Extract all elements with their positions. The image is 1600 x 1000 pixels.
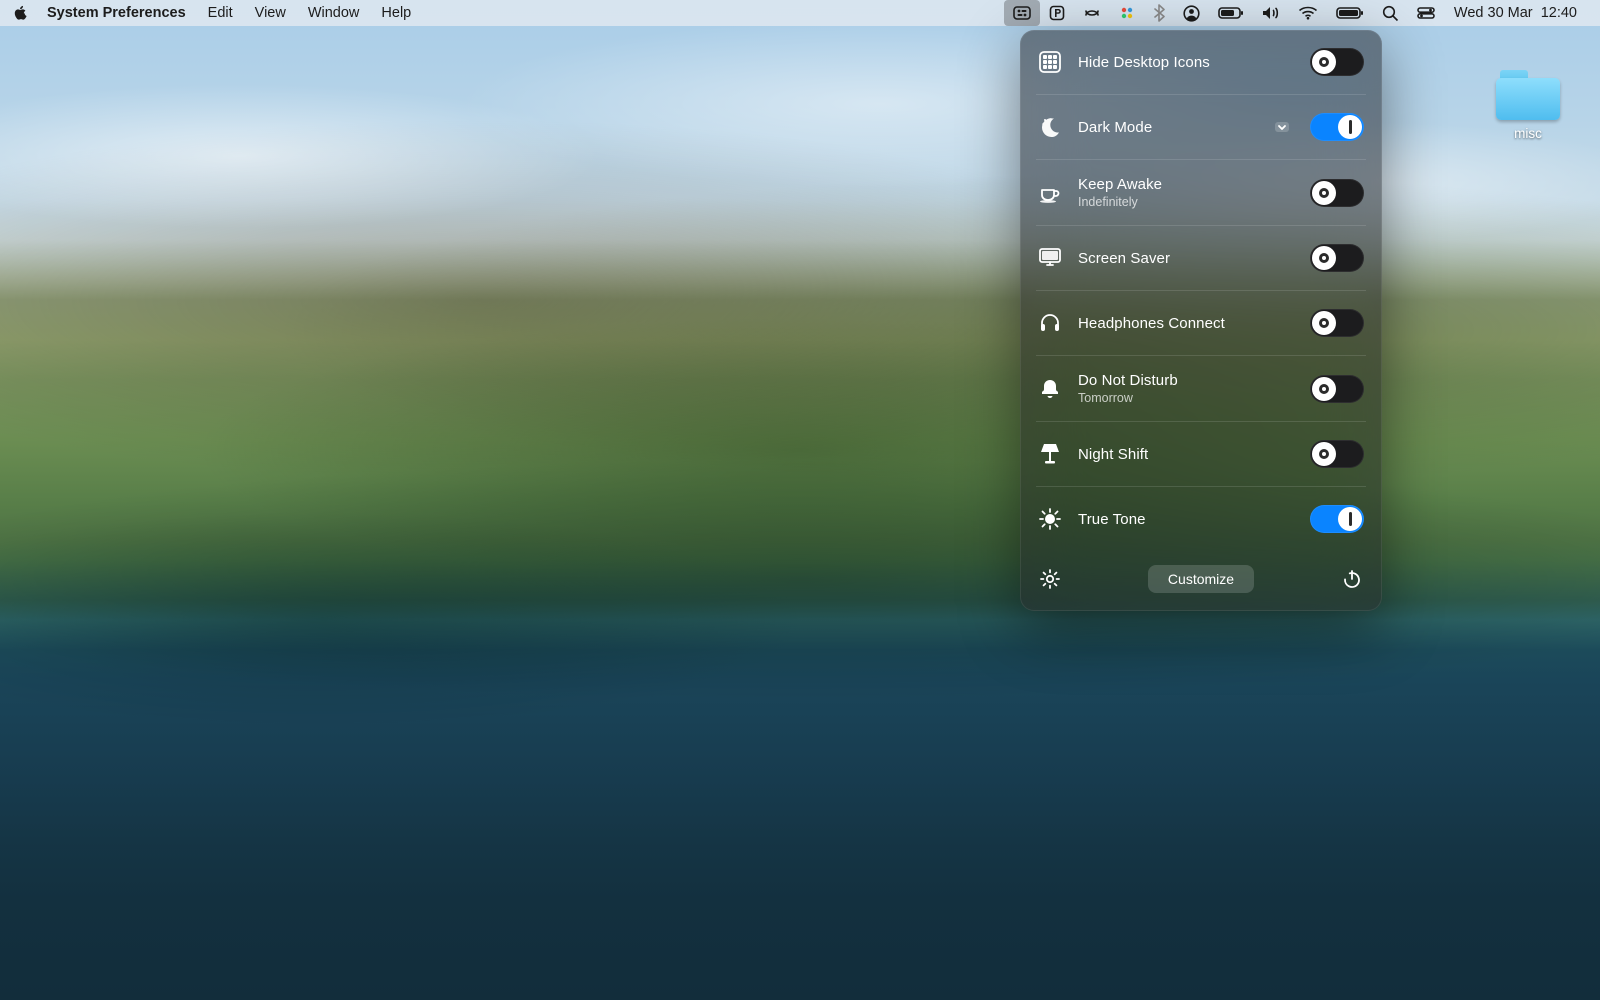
menu-edit[interactable]: Edit (197, 0, 244, 26)
toggle-screen-saver[interactable] (1310, 244, 1364, 272)
toggle-true-tone[interactable] (1310, 505, 1364, 533)
menubar-user-icon[interactable] (1174, 0, 1209, 26)
row-title: Screen Saver (1078, 250, 1296, 267)
battery-outline-icon (1218, 6, 1244, 20)
row-subtitle: Tomorrow (1078, 391, 1296, 405)
four-dots-icon (1119, 5, 1135, 21)
truetone-icon (1036, 505, 1064, 533)
row-do-not-disturb[interactable]: Do Not Disturb Tomorrow (1020, 356, 1382, 421)
toggle-dark-mode[interactable] (1310, 113, 1364, 141)
sync-icon (1083, 6, 1101, 20)
bluetooth-off-icon (1153, 4, 1165, 22)
control-center-icon (1417, 7, 1435, 19)
row-keep-awake[interactable]: Keep Awake Indefinitely (1020, 160, 1382, 225)
menubar-spotlight-icon[interactable] (1373, 0, 1408, 26)
menu-view[interactable]: View (244, 0, 297, 26)
menubar-extra-dots-icon[interactable] (1110, 0, 1144, 26)
grid-icon (1036, 48, 1064, 76)
menu-window[interactable]: Window (297, 0, 371, 26)
screensaver-icon (1036, 244, 1064, 272)
chevron-down-icon (1274, 119, 1290, 135)
battery-full-icon (1336, 6, 1364, 20)
row-title: Do Not Disturb (1078, 372, 1296, 389)
desktop: System Preferences Edit View Window Help (0, 0, 1600, 1000)
folder-icon (1496, 70, 1560, 120)
lamp-icon (1036, 440, 1064, 468)
customize-button[interactable]: Customize (1148, 565, 1254, 593)
p-square-icon (1049, 5, 1065, 21)
row-night-shift[interactable]: Night Shift (1020, 422, 1382, 486)
desktop-folder-misc[interactable]: misc (1484, 70, 1572, 141)
row-title: Headphones Connect (1078, 315, 1296, 332)
cup-icon (1036, 179, 1064, 207)
menubar-bluetooth-icon[interactable] (1144, 0, 1174, 26)
settings-button[interactable] (1038, 567, 1062, 591)
apple-menu[interactable] (14, 4, 36, 22)
row-title: Dark Mode (1078, 119, 1258, 136)
row-hide-desktop-icons[interactable]: Hide Desktop Icons (1020, 30, 1382, 94)
menu-help[interactable]: Help (370, 0, 422, 26)
menubar-date-text: Wed 30 Mar (1454, 5, 1533, 21)
menubar-battery2-icon[interactable] (1209, 0, 1253, 26)
power-button[interactable] (1340, 567, 1364, 591)
toggles-panel-icon (1013, 6, 1031, 20)
row-dark-mode[interactable]: Dark Mode (1020, 95, 1382, 159)
menu-app-name[interactable]: System Preferences (36, 0, 197, 26)
row-screen-saver[interactable]: Screen Saver (1020, 226, 1382, 290)
menu-bar-left: System Preferences Edit View Window Help (14, 0, 422, 26)
toggle-panel: Hide Desktop Icons Dark Mode Keep Awake … (1020, 30, 1382, 611)
toggle-headphones-connect[interactable] (1310, 309, 1364, 337)
row-title: True Tone (1078, 511, 1296, 528)
menubar-volume-icon[interactable] (1253, 0, 1289, 26)
row-true-tone[interactable]: True Tone (1020, 487, 1382, 551)
menubar-extra-app-icon[interactable] (1004, 0, 1040, 26)
menubar-battery-icon[interactable] (1327, 0, 1373, 26)
toggle-do-not-disturb[interactable] (1310, 375, 1364, 403)
menubar-date[interactable]: Wed 30 Mar 12:40 (1444, 0, 1586, 26)
apple-icon (14, 4, 28, 22)
row-title: Night Shift (1078, 446, 1296, 463)
gear-icon (1039, 568, 1061, 590)
menu-bar-right: Wed 30 Mar 12:40 (1004, 0, 1586, 26)
toggle-night-shift[interactable] (1310, 440, 1364, 468)
dark-mode-chevron[interactable] (1272, 117, 1292, 137)
menubar-extra-sync-icon[interactable] (1074, 0, 1110, 26)
toggle-hide-desktop-icons[interactable] (1310, 48, 1364, 76)
row-title: Keep Awake (1078, 176, 1296, 193)
menubar-control-center-icon[interactable] (1408, 0, 1444, 26)
speaker-icon (1262, 6, 1280, 20)
menubar-extra-parking-icon[interactable] (1040, 0, 1074, 26)
toggle-keep-awake[interactable] (1310, 179, 1364, 207)
menubar-wifi-icon[interactable] (1289, 0, 1327, 26)
row-headphones-connect[interactable]: Headphones Connect (1020, 291, 1382, 355)
row-subtitle: Indefinitely (1078, 195, 1296, 209)
desktop-folder-label: misc (1484, 126, 1572, 141)
power-icon (1341, 568, 1363, 590)
bell-icon (1036, 375, 1064, 403)
wifi-icon (1298, 6, 1318, 20)
user-circle-icon (1183, 5, 1200, 22)
panel-footer: Customize (1020, 551, 1382, 611)
moon-icon (1036, 113, 1064, 141)
headphones-icon (1036, 309, 1064, 337)
menu-bar: System Preferences Edit View Window Help (0, 0, 1600, 26)
menubar-time-text: 12:40 (1541, 5, 1577, 21)
row-title: Hide Desktop Icons (1078, 54, 1296, 71)
search-icon (1382, 5, 1399, 22)
